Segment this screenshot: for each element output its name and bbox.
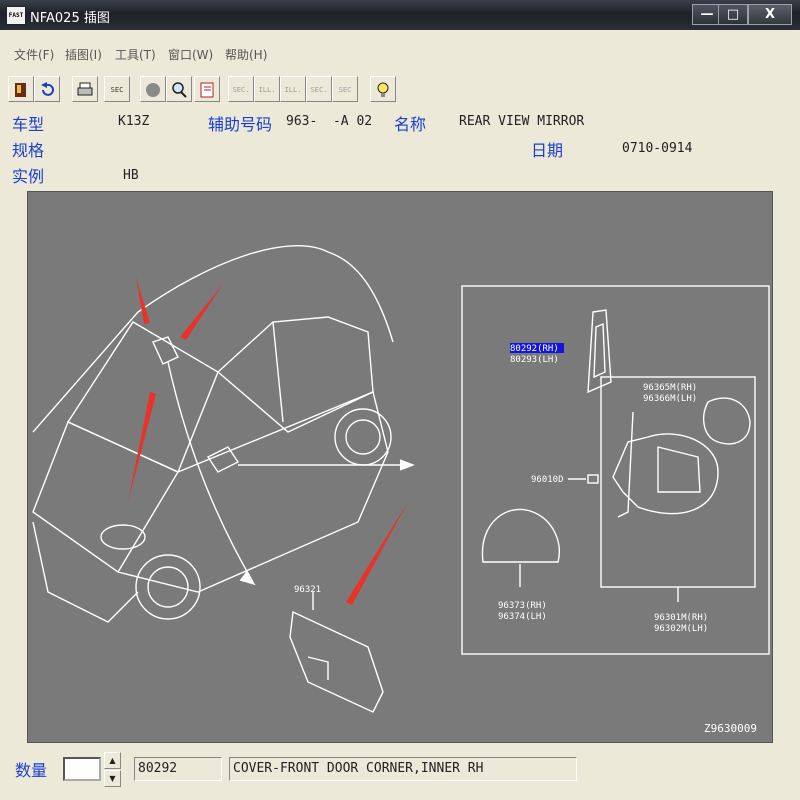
menu-file[interactable]: 文件(F) bbox=[14, 46, 54, 63]
hint-icon bbox=[377, 82, 389, 97]
callout-96321[interactable]: 96321 bbox=[294, 585, 321, 595]
prev-section-button[interactable]: SEC. bbox=[228, 76, 254, 102]
callout-96365[interactable]: 96365M(RH) bbox=[643, 383, 697, 393]
sub-detail-box bbox=[600, 376, 756, 588]
part-info-panel: 车型 K13Z 辅助号码 963- -A 02 名称 REAR VIEW MIR… bbox=[0, 108, 800, 190]
door-corner-cover bbox=[587, 309, 612, 394]
aux-number-label: 辅助号码 bbox=[208, 115, 273, 134]
date-value: 0710-0914 bbox=[622, 141, 693, 156]
menu-window[interactable]: 窗口(W) bbox=[168, 46, 213, 63]
exit-icon bbox=[15, 83, 26, 97]
mirror-glass bbox=[702, 397, 751, 445]
pointer-line-mirror bbox=[167, 361, 254, 583]
red-arrow-3 bbox=[128, 392, 156, 502]
exit-button[interactable] bbox=[8, 76, 34, 102]
app-icon[interactable]: FAST bbox=[6, 6, 26, 25]
window-title: NFA025 插图 bbox=[30, 11, 110, 26]
menu-tools[interactable]: 工具(T) bbox=[115, 46, 156, 63]
callout-96374[interactable]: 96374(LH) bbox=[498, 612, 547, 622]
zoom-button[interactable] bbox=[166, 76, 192, 102]
status-bar: 数量 ▲ ▼ 80292 COVER-FRONT DOOR CORNER,INN… bbox=[0, 745, 800, 800]
date-label: 日期 bbox=[531, 141, 564, 160]
book-icon bbox=[200, 82, 214, 98]
part-description-field: COVER-FRONT DOOR CORNER,INNER RH bbox=[229, 757, 577, 781]
model-label: 车型 bbox=[12, 115, 45, 134]
quantity-label: 数量 bbox=[15, 761, 48, 780]
callout-96373[interactable]: 96373(RH) bbox=[498, 601, 547, 611]
aux-number-value: 963- -A 02 bbox=[286, 114, 373, 129]
hint-button[interactable] bbox=[370, 76, 396, 102]
menu-help[interactable]: 帮助(H) bbox=[225, 46, 267, 63]
quantity-input[interactable] bbox=[63, 757, 101, 781]
quantity-up-button[interactable]: ▲ bbox=[104, 752, 121, 769]
callout-96010[interactable]: 96010D bbox=[531, 475, 564, 485]
car-side-mirror bbox=[206, 446, 240, 473]
car-front-wheel bbox=[135, 554, 201, 620]
model-value: K13Z bbox=[118, 114, 150, 129]
undo-button[interactable] bbox=[34, 76, 60, 102]
sec-button[interactable]: SEC bbox=[104, 76, 130, 102]
name-label: 名称 bbox=[394, 115, 427, 134]
callout-96302[interactable]: 96302M(LH) bbox=[654, 624, 708, 634]
menu-bar: 文件(F) 插图(I) 工具(T) 窗口(W) 帮助(H) bbox=[0, 30, 800, 68]
application-window: FAST NFA025 插图 — □ X 文件(F) 插图(I) 工具(T) 窗… bbox=[0, 0, 800, 800]
car-bumper bbox=[32, 521, 139, 623]
toolbar: SEC SEC. ILL. ILL. SEC. SEC bbox=[0, 68, 800, 108]
screw-part bbox=[587, 474, 599, 484]
car-pillar bbox=[272, 321, 284, 423]
close-button[interactable]: X bbox=[748, 4, 792, 25]
print-button[interactable] bbox=[72, 76, 98, 102]
car-windshield bbox=[66, 321, 219, 473]
illustration-canvas: 80292(RH) 80293(LH) 96365M(RH) 96366M(LH… bbox=[32, 245, 770, 735]
inner-mirror-part bbox=[289, 610, 384, 713]
instance-value: HB bbox=[123, 168, 139, 183]
part-number-field: 80292 bbox=[134, 757, 222, 781]
zoom-icon bbox=[172, 82, 187, 98]
callout-80293[interactable]: 80293(LH) bbox=[510, 355, 559, 365]
next-illustration-button[interactable]: ILL. bbox=[280, 76, 306, 102]
red-arrow-4 bbox=[346, 502, 408, 605]
book-button[interactable] bbox=[194, 76, 220, 102]
car-side-windows bbox=[216, 316, 374, 433]
parts-illustration[interactable]: 80292(RH) 80293(LH) 96365M(RH) 96366M(LH… bbox=[27, 191, 773, 743]
circle-icon bbox=[146, 83, 160, 97]
print-icon bbox=[77, 82, 93, 96]
prev-illustration-button[interactable]: ILL. bbox=[254, 76, 280, 102]
mirror-cover-cap bbox=[481, 508, 560, 563]
spec-label: 规格 bbox=[12, 141, 45, 160]
callout-96301[interactable]: 96301M(RH) bbox=[654, 613, 708, 623]
title-bar[interactable]: FAST NFA025 插图 — □ X bbox=[0, 0, 800, 30]
maximize-button[interactable]: □ bbox=[718, 4, 748, 25]
undo-icon bbox=[41, 82, 54, 96]
query-section-button[interactable]: SEC bbox=[332, 76, 358, 102]
car-hood bbox=[32, 421, 180, 574]
callout-80292[interactable]: 80292(RH) bbox=[510, 344, 559, 354]
next-section-button[interactable]: SEC. bbox=[306, 76, 332, 102]
instance-label: 实例 bbox=[12, 167, 45, 186]
car-side-body bbox=[117, 391, 389, 593]
car-roof-outline bbox=[32, 245, 394, 433]
name-value: REAR VIEW MIRROR bbox=[459, 114, 585, 129]
red-arrow-1 bbox=[136, 277, 150, 324]
drawing-id: Z9630009 bbox=[704, 722, 757, 735]
red-arrow-2 bbox=[180, 284, 223, 340]
callout-96366[interactable]: 96366M(LH) bbox=[643, 394, 697, 404]
quantity-down-button[interactable]: ▼ bbox=[104, 770, 121, 787]
car-rear-wheel bbox=[334, 408, 392, 466]
circle-button[interactable] bbox=[140, 76, 166, 102]
menu-illustration[interactable]: 插图(I) bbox=[65, 46, 102, 63]
